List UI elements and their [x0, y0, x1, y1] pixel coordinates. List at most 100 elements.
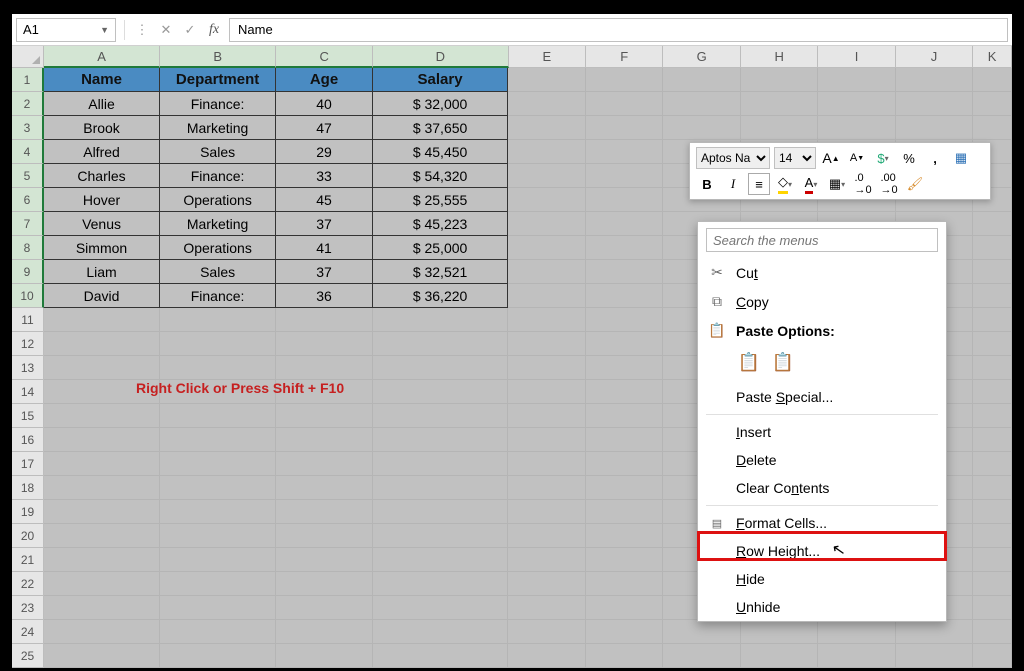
row-header-20[interactable]: 20 — [12, 524, 44, 548]
formula-input[interactable]: Name — [229, 18, 1008, 42]
name-box[interactable]: A1 ▼ — [16, 18, 116, 42]
cell[interactable]: 41 — [276, 236, 373, 260]
menu-paste-special[interactable]: Paste Special... — [698, 383, 946, 411]
cell[interactable] — [973, 644, 1012, 668]
row-header-24[interactable]: 24 — [12, 620, 44, 644]
row-header-9[interactable]: 9 — [12, 260, 44, 284]
cell[interactable] — [586, 620, 663, 644]
cell[interactable] — [973, 428, 1012, 452]
cell[interactable]: Salary — [373, 68, 508, 92]
cell[interactable] — [373, 524, 508, 548]
cell[interactable] — [508, 284, 585, 308]
cell[interactable]: 47 — [276, 116, 373, 140]
cell[interactable]: Simmon — [44, 236, 160, 260]
cell[interactable] — [44, 332, 160, 356]
cell[interactable] — [586, 548, 663, 572]
cell[interactable]: Hover — [44, 188, 160, 212]
cell[interactable] — [973, 572, 1012, 596]
row-header-22[interactable]: 22 — [12, 572, 44, 596]
select-all-corner[interactable] — [12, 46, 44, 68]
cell[interactable]: Marketing — [160, 212, 276, 236]
cell[interactable] — [508, 524, 585, 548]
column-header-G[interactable]: G — [663, 46, 740, 68]
cell[interactable] — [586, 92, 663, 116]
row-header-6[interactable]: 6 — [12, 188, 44, 212]
cell[interactable] — [373, 596, 508, 620]
cell[interactable] — [973, 380, 1012, 404]
cell[interactable] — [160, 308, 276, 332]
cell[interactable] — [508, 596, 585, 620]
cell[interactable] — [160, 332, 276, 356]
cell[interactable]: 37 — [276, 260, 373, 284]
cell[interactable] — [586, 260, 663, 284]
cell[interactable]: 29 — [276, 140, 373, 164]
comma-icon[interactable]: , — [924, 147, 946, 169]
cell[interactable] — [160, 500, 276, 524]
cell[interactable] — [160, 476, 276, 500]
cell[interactable] — [973, 260, 1012, 284]
cell[interactable]: Charles — [44, 164, 160, 188]
cell[interactable] — [508, 476, 585, 500]
cell[interactable] — [586, 68, 663, 92]
cell[interactable] — [973, 356, 1012, 380]
menu-delete[interactable]: Delete — [698, 446, 946, 474]
fx-icon[interactable]: fx — [205, 20, 223, 40]
cell[interactable] — [276, 644, 373, 668]
cell[interactable] — [44, 596, 160, 620]
cell[interactable] — [160, 620, 276, 644]
cell[interactable] — [276, 572, 373, 596]
cell[interactable] — [586, 356, 663, 380]
menu-row-height[interactable]: Row Height... — [698, 537, 946, 565]
row-header-7[interactable]: 7 — [12, 212, 44, 236]
fill-color-icon[interactable]: ◇▾ — [774, 173, 796, 195]
cell[interactable] — [973, 404, 1012, 428]
column-header-J[interactable]: J — [896, 46, 973, 68]
cell[interactable] — [973, 308, 1012, 332]
cell[interactable] — [741, 620, 818, 644]
menu-copy[interactable]: ⧉ Copy — [698, 287, 946, 316]
italic-icon[interactable]: I — [722, 173, 744, 195]
cell[interactable] — [276, 620, 373, 644]
cell[interactable] — [508, 644, 585, 668]
cell[interactable] — [44, 428, 160, 452]
row-header-16[interactable]: 16 — [12, 428, 44, 452]
format-painter-icon[interactable]: 🖌 — [904, 173, 926, 195]
cell[interactable] — [373, 500, 508, 524]
row-header-4[interactable]: 4 — [12, 140, 44, 164]
cell[interactable]: Name — [44, 68, 160, 92]
column-header-H[interactable]: H — [741, 46, 818, 68]
cell[interactable] — [896, 68, 973, 92]
row-header-11[interactable]: 11 — [12, 308, 44, 332]
font-size-select[interactable]: 14 — [774, 147, 816, 169]
cell[interactable] — [973, 116, 1012, 140]
cell[interactable]: Age — [276, 68, 373, 92]
cell[interactable] — [373, 644, 508, 668]
cell[interactable] — [373, 380, 508, 404]
cell[interactable] — [508, 404, 585, 428]
cell[interactable] — [276, 596, 373, 620]
cell[interactable] — [818, 68, 895, 92]
cell[interactable]: Liam — [44, 260, 160, 284]
cell[interactable] — [508, 92, 585, 116]
cell[interactable] — [586, 164, 663, 188]
column-header-A[interactable]: A — [44, 46, 160, 68]
cell[interactable]: 45 — [276, 188, 373, 212]
cell[interactable] — [896, 644, 973, 668]
row-header-14[interactable]: 14 — [12, 380, 44, 404]
cell[interactable] — [586, 188, 663, 212]
cell[interactable] — [973, 476, 1012, 500]
cell[interactable]: $ 25,000 — [373, 236, 508, 260]
cell[interactable] — [44, 500, 160, 524]
cell[interactable] — [508, 236, 585, 260]
increase-decimal-icon[interactable]: .0→0 — [852, 173, 874, 195]
cell[interactable] — [44, 572, 160, 596]
cell[interactable] — [896, 116, 973, 140]
cell[interactable] — [586, 644, 663, 668]
cell[interactable] — [373, 548, 508, 572]
cell[interactable] — [373, 572, 508, 596]
cell[interactable]: Venus — [44, 212, 160, 236]
cell[interactable]: Brook — [44, 116, 160, 140]
menu-clear-contents[interactable]: Clear Contents — [698, 474, 946, 502]
accounting-format-icon[interactable]: $▾ — [872, 147, 894, 169]
cell[interactable] — [508, 332, 585, 356]
